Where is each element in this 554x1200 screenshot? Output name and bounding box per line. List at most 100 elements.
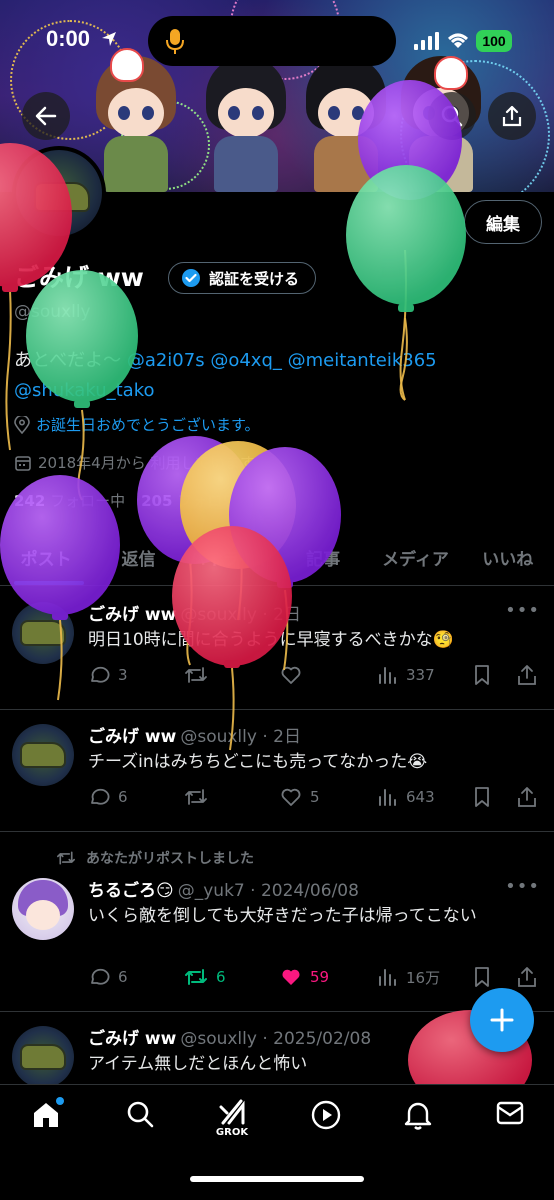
- profile-name: ごみげ ww: [14, 263, 144, 292]
- reply-icon: [91, 788, 110, 805]
- microphone-icon: [166, 29, 184, 54]
- nav-messages[interactable]: [480, 1099, 540, 1159]
- more-icon[interactable]: •••: [505, 600, 540, 621]
- reply-icon: [91, 666, 110, 683]
- repost-note-text: あなたがリポストしました: [86, 851, 254, 867]
- like-button[interactable]: [280, 664, 310, 686]
- nav-video[interactable]: [296, 1099, 356, 1159]
- more-icon[interactable]: •••: [505, 876, 540, 897]
- repost-button[interactable]: 6: [184, 966, 226, 988]
- signal-icon: [414, 32, 439, 50]
- post-item[interactable]: ごみげ ww @souxlly · 2日 ••• 明日10時に間に合うように早寝…: [0, 588, 554, 710]
- nav-home[interactable]: [16, 1097, 76, 1159]
- views-count: 16万: [406, 968, 441, 987]
- post-item[interactable]: ごみげ ww @souxlly · 2日 チーズinはみちちどこにも売ってなかっ…: [0, 710, 554, 832]
- share-icon: [518, 967, 536, 987]
- repost-button[interactable]: [184, 664, 216, 686]
- tab-likes[interactable]: いいね: [462, 530, 554, 585]
- post-actions: 6 6 59 16万: [88, 966, 538, 996]
- wifi-icon: [448, 33, 468, 48]
- post-actions: 3 337: [88, 664, 538, 694]
- post-text: 明日10時に間に合うように早寝するべきかな🧐: [88, 630, 454, 650]
- reply-count: 6: [118, 788, 128, 806]
- location-text: お誕生日おめでとうございます。: [36, 416, 260, 434]
- share-icon: [502, 105, 522, 127]
- share-button[interactable]: [488, 92, 536, 140]
- tab-posts[interactable]: ポスト: [0, 530, 92, 585]
- nav-search[interactable]: [110, 1099, 170, 1159]
- share-post-button[interactable]: [516, 786, 538, 808]
- bookmark-button[interactable]: [472, 664, 492, 686]
- bio-mention[interactable]: @meitanteik365: [288, 350, 437, 371]
- reply-button[interactable]: 3: [88, 664, 128, 686]
- tab-replies[interactable]: 返信: [92, 530, 184, 585]
- profile-joined: 2018年4月から 利用しています: [14, 452, 255, 473]
- search-icon: [127, 1101, 154, 1128]
- views-count: 337: [406, 666, 435, 684]
- following-link[interactable]: 242 フォロー中: [14, 490, 125, 511]
- mail-icon: [496, 1101, 524, 1125]
- bookmark-button[interactable]: [472, 966, 492, 988]
- views-button[interactable]: 16万: [376, 966, 440, 988]
- tab-highlights[interactable]: ハイライト: [185, 530, 277, 585]
- following-label: フォロー中: [50, 492, 126, 510]
- post-handle-time: @souxlly · 2日: [180, 605, 301, 625]
- post-avatar[interactable]: [12, 724, 74, 786]
- share-icon: [518, 787, 536, 807]
- edit-profile-button[interactable]: 編集: [464, 200, 542, 244]
- views-button[interactable]: 337: [376, 664, 435, 686]
- reply-button[interactable]: 6: [88, 786, 128, 808]
- post-handle-time: @_yuk7 · 2024/06/08: [177, 881, 359, 901]
- bookmark-icon: [475, 967, 489, 987]
- bottom-navigation: GROK: [0, 1084, 554, 1200]
- joined-text: 2018年4月から 利用しています: [38, 454, 256, 472]
- repost-button[interactable]: [184, 786, 216, 808]
- bookmark-button[interactable]: [472, 786, 492, 808]
- reply-button[interactable]: 6: [88, 966, 128, 988]
- post-handle-time: @souxlly · 2025/02/08: [180, 1029, 372, 1049]
- post-author-name[interactable]: ちるごろ😏: [88, 876, 174, 901]
- reply-count: 3: [118, 666, 128, 684]
- post-author-name[interactable]: ごみげ ww: [88, 600, 176, 625]
- bookmark-icon: [475, 665, 489, 685]
- grok-icon: [219, 1099, 245, 1125]
- compose-button[interactable]: [470, 988, 534, 1052]
- share-post-button[interactable]: [516, 664, 538, 686]
- notification-dot: [56, 1097, 64, 1105]
- share-post-button[interactable]: [516, 966, 538, 988]
- post-author-name[interactable]: ごみげ ww: [88, 722, 176, 747]
- bio-mention[interactable]: @o4xq_: [210, 350, 282, 371]
- bio-mention[interactable]: @a2i07s: [127, 350, 205, 371]
- bio-mention[interactable]: @shukaku_tako: [14, 380, 155, 401]
- search-button[interactable]: [428, 92, 476, 140]
- nav-notifications[interactable]: [388, 1099, 448, 1159]
- heart-icon: [281, 666, 301, 684]
- back-button[interactable]: [22, 92, 70, 140]
- post-item[interactable]: あなたがリポストしました ちるごろ😏 @_yuk7 · 2024/06/08 •…: [0, 832, 554, 1012]
- views-button[interactable]: 643: [376, 786, 435, 808]
- tab-articles[interactable]: 記事: [277, 530, 369, 585]
- profile-handle: @souxlly: [14, 302, 91, 322]
- status-time: 0:00: [46, 26, 91, 51]
- post-avatar[interactable]: [12, 878, 74, 940]
- dynamic-island: [148, 16, 396, 66]
- post-text: いくら敵を倒しても大好きだった子は帰ってこない: [88, 906, 477, 926]
- home-indicator: [190, 1176, 364, 1182]
- followers-link[interactable]: 205 フォロワー: [141, 490, 252, 511]
- tab-media[interactable]: メディア: [369, 530, 461, 585]
- post-author-name[interactable]: ごみげ ww: [88, 1024, 176, 1049]
- plus-icon: [490, 1008, 514, 1032]
- post-avatar[interactable]: [12, 602, 74, 664]
- profile-avatar[interactable]: [12, 146, 106, 240]
- post-text: アイテム無しだとほんと怖い: [88, 1054, 308, 1074]
- nav-grok[interactable]: GROK: [202, 1099, 262, 1159]
- like-button[interactable]: 59: [280, 966, 329, 988]
- post-avatar[interactable]: [12, 1026, 74, 1088]
- profile-tabs: ポスト 返信 ハイライト 記事 メディア いいね: [0, 530, 554, 586]
- like-button[interactable]: 5: [280, 786, 320, 808]
- repost-indicator: あなたがリポストしました: [56, 848, 254, 868]
- get-verified-button[interactable]: 認証を受ける: [168, 262, 317, 294]
- following-count: 242: [14, 492, 46, 510]
- battery-icon: 100: [476, 30, 512, 52]
- views-icon: [379, 969, 396, 986]
